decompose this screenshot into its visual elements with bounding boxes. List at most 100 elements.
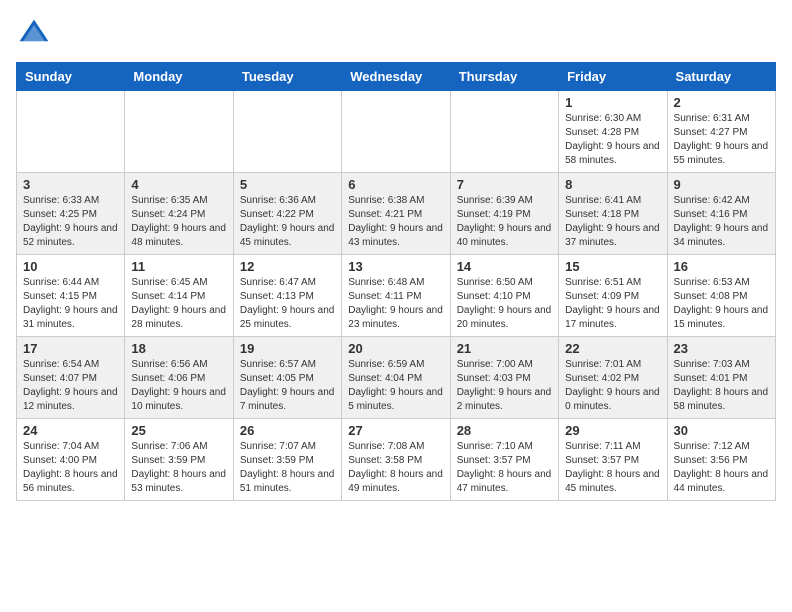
calendar-cell: 5 Sunrise: 6:36 AM Sunset: 4:22 PM Daylig… <box>233 173 341 255</box>
calendar-cell: 15 Sunrise: 6:51 AM Sunset: 4:09 PM Dayli… <box>559 255 667 337</box>
day-info: Sunrise: 6:31 AM Sunset: 4:27 PM Dayligh… <box>674 112 769 168</box>
calendar-cell: 14 Sunrise: 6:50 AM Sunset: 4:10 PM Dayli… <box>450 255 558 337</box>
day-number: 30 <box>674 423 769 438</box>
day-number: 25 <box>131 423 226 438</box>
day-info: Sunrise: 7:10 AM Sunset: 3:57 PM Dayligh… <box>457 440 552 496</box>
day-number: 29 <box>565 423 660 438</box>
calendar-cell <box>342 91 450 173</box>
calendar-cell: 1 Sunrise: 6:30 AM Sunset: 4:28 PM Daylig… <box>559 91 667 173</box>
calendar-cell: 28 Sunrise: 7:10 AM Sunset: 3:57 PM Dayli… <box>450 419 558 501</box>
day-info: Sunrise: 6:38 AM Sunset: 4:21 PM Dayligh… <box>348 194 443 250</box>
day-number: 13 <box>348 259 443 274</box>
weekday-header-tuesday: Tuesday <box>233 63 341 91</box>
calendar-cell: 17Sunrise: 6:54 AM Sunset: 4:07 PM Dayli… <box>17 337 125 419</box>
day-info: Sunrise: 6:35 AM Sunset: 4:24 PM Dayligh… <box>131 194 226 250</box>
day-number: 27 <box>348 423 443 438</box>
day-info: Sunrise: 7:07 AM Sunset: 3:59 PM Dayligh… <box>240 440 335 496</box>
calendar-cell: 29 Sunrise: 7:11 AM Sunset: 3:57 PM Dayli… <box>559 419 667 501</box>
day-number: 22 <box>565 341 660 356</box>
weekday-header-friday: Friday <box>559 63 667 91</box>
day-info: Sunrise: 7:04 AM Sunset: 4:00 PM Dayligh… <box>23 440 118 496</box>
day-number: 9 <box>674 177 769 192</box>
day-info: Sunrise: 6:51 AM Sunset: 4:09 PM Dayligh… <box>565 276 660 332</box>
calendar-cell: 6 Sunrise: 6:38 AM Sunset: 4:21 PM Daylig… <box>342 173 450 255</box>
day-info: Sunrise: 6:57 AM Sunset: 4:05 PM Dayligh… <box>240 358 335 414</box>
day-number: 11 <box>131 259 226 274</box>
day-number: 24 <box>23 423 118 438</box>
calendar-cell: 19 Sunrise: 6:57 AM Sunset: 4:05 PM Dayli… <box>233 337 341 419</box>
calendar-cell <box>17 91 125 173</box>
day-info: Sunrise: 6:45 AM Sunset: 4:14 PM Dayligh… <box>131 276 226 332</box>
calendar-cell: 26 Sunrise: 7:07 AM Sunset: 3:59 PM Dayli… <box>233 419 341 501</box>
calendar-cell: 23 Sunrise: 7:03 AM Sunset: 4:01 PM Dayli… <box>667 337 775 419</box>
calendar-cell: 25 Sunrise: 7:06 AM Sunset: 3:59 PM Dayli… <box>125 419 233 501</box>
weekday-header-monday: Monday <box>125 63 233 91</box>
day-number: 3 <box>23 177 118 192</box>
day-number: 8 <box>565 177 660 192</box>
calendar-cell: 7Sunrise: 6:39 AM Sunset: 4:19 PM Daylig… <box>450 173 558 255</box>
calendar-cell: 20 Sunrise: 6:59 AM Sunset: 4:04 PM Dayli… <box>342 337 450 419</box>
day-number: 5 <box>240 177 335 192</box>
day-number: 2 <box>674 95 769 110</box>
header <box>16 16 776 52</box>
day-info: Sunrise: 6:50 AM Sunset: 4:10 PM Dayligh… <box>457 276 552 332</box>
calendar-cell: 22Sunrise: 7:01 AM Sunset: 4:02 PM Dayli… <box>559 337 667 419</box>
calendar: SundayMondayTuesdayWednesdayThursdayFrid… <box>16 62 776 501</box>
day-number: 23 <box>674 341 769 356</box>
day-info: Sunrise: 7:11 AM Sunset: 3:57 PM Dayligh… <box>565 440 660 496</box>
day-info: Sunrise: 7:03 AM Sunset: 4:01 PM Dayligh… <box>674 358 769 414</box>
day-info: Sunrise: 6:41 AM Sunset: 4:18 PM Dayligh… <box>565 194 660 250</box>
calendar-cell: 11 Sunrise: 6:45 AM Sunset: 4:14 PM Dayli… <box>125 255 233 337</box>
day-number: 4 <box>131 177 226 192</box>
calendar-cell: 12 Sunrise: 6:47 AM Sunset: 4:13 PM Dayli… <box>233 255 341 337</box>
calendar-cell: 16Sunrise: 6:53 AM Sunset: 4:08 PM Dayli… <box>667 255 775 337</box>
calendar-cell: 21 Sunrise: 7:00 AM Sunset: 4:03 PM Dayli… <box>450 337 558 419</box>
day-info: Sunrise: 6:30 AM Sunset: 4:28 PM Dayligh… <box>565 112 660 168</box>
calendar-cell <box>233 91 341 173</box>
calendar-cell: 10 Sunrise: 6:44 AM Sunset: 4:15 PM Dayli… <box>17 255 125 337</box>
day-number: 1 <box>565 95 660 110</box>
weekday-header-saturday: Saturday <box>667 63 775 91</box>
day-info: Sunrise: 6:33 AM Sunset: 4:25 PM Dayligh… <box>23 194 118 250</box>
calendar-cell: 24 Sunrise: 7:04 AM Sunset: 4:00 PM Dayli… <box>17 419 125 501</box>
calendar-cell: 4 Sunrise: 6:35 AM Sunset: 4:24 PM Daylig… <box>125 173 233 255</box>
day-info: Sunrise: 7:12 AM Sunset: 3:56 PM Dayligh… <box>674 440 769 496</box>
day-number: 6 <box>348 177 443 192</box>
day-info: Sunrise: 6:42 AM Sunset: 4:16 PM Dayligh… <box>674 194 769 250</box>
day-info: Sunrise: 6:44 AM Sunset: 4:15 PM Dayligh… <box>23 276 118 332</box>
weekday-header-sunday: Sunday <box>17 63 125 91</box>
calendar-cell: 30 Sunrise: 7:12 AM Sunset: 3:56 PM Dayli… <box>667 419 775 501</box>
calendar-cell: 2 Sunrise: 6:31 AM Sunset: 4:27 PM Daylig… <box>667 91 775 173</box>
calendar-cell: 8 Sunrise: 6:41 AM Sunset: 4:18 PM Daylig… <box>559 173 667 255</box>
day-info: Sunrise: 6:36 AM Sunset: 4:22 PM Dayligh… <box>240 194 335 250</box>
day-number: 15 <box>565 259 660 274</box>
day-info: Sunrise: 6:56 AM Sunset: 4:06 PM Dayligh… <box>131 358 226 414</box>
day-info: Sunrise: 6:47 AM Sunset: 4:13 PM Dayligh… <box>240 276 335 332</box>
weekday-header-wednesday: Wednesday <box>342 63 450 91</box>
day-number: 16 <box>674 259 769 274</box>
day-number: 20 <box>348 341 443 356</box>
day-number: 26 <box>240 423 335 438</box>
day-info: Sunrise: 6:48 AM Sunset: 4:11 PM Dayligh… <box>348 276 443 332</box>
day-info: Sunrise: 6:54 AM Sunset: 4:07 PM Dayligh… <box>23 358 118 414</box>
day-number: 28 <box>457 423 552 438</box>
day-number: 10 <box>23 259 118 274</box>
weekday-header-thursday: Thursday <box>450 63 558 91</box>
day-number: 19 <box>240 341 335 356</box>
day-number: 7 <box>457 177 552 192</box>
day-info: Sunrise: 6:59 AM Sunset: 4:04 PM Dayligh… <box>348 358 443 414</box>
day-info: Sunrise: 7:00 AM Sunset: 4:03 PM Dayligh… <box>457 358 552 414</box>
calendar-cell: 18 Sunrise: 6:56 AM Sunset: 4:06 PM Dayli… <box>125 337 233 419</box>
day-number: 12 <box>240 259 335 274</box>
day-number: 14 <box>457 259 552 274</box>
day-info: Sunrise: 7:08 AM Sunset: 3:58 PM Dayligh… <box>348 440 443 496</box>
day-number: 18 <box>131 341 226 356</box>
calendar-cell: 27 Sunrise: 7:08 AM Sunset: 3:58 PM Dayli… <box>342 419 450 501</box>
logo <box>16 16 56 52</box>
day-info: Sunrise: 7:06 AM Sunset: 3:59 PM Dayligh… <box>131 440 226 496</box>
day-number: 21 <box>457 341 552 356</box>
calendar-cell: 3 Sunrise: 6:33 AM Sunset: 4:25 PM Daylig… <box>17 173 125 255</box>
calendar-cell: 9 Sunrise: 6:42 AM Sunset: 4:16 PM Daylig… <box>667 173 775 255</box>
logo-icon <box>16 16 52 52</box>
calendar-cell <box>125 91 233 173</box>
